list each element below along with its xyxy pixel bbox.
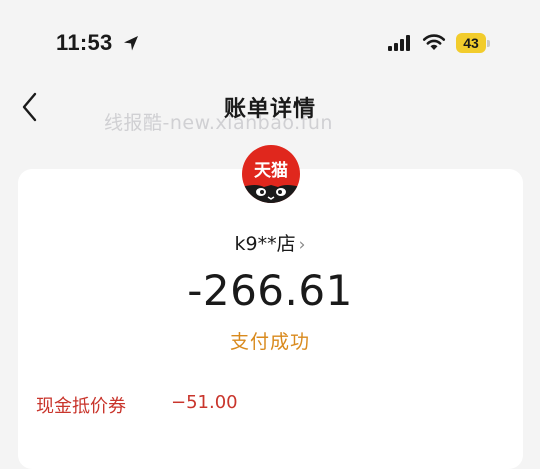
status-bar: 11:53 43 — [0, 0, 540, 86]
amount: -266.61 — [187, 266, 353, 315]
cell-signal-icon — [388, 35, 410, 51]
battery-icon: 43 — [456, 33, 490, 53]
detail-label-coupon: 现金抵价券 — [36, 396, 126, 417]
merchant-name: k9**店 — [234, 233, 296, 255]
merchant-logo[interactable]: 天猫 — [242, 145, 300, 203]
logo-text: 天猫 — [254, 161, 288, 181]
payment-status: 支付成功 — [229, 331, 310, 353]
wifi-icon — [422, 34, 446, 50]
bill-card — [18, 169, 523, 469]
battery-cap — [487, 40, 490, 47]
watermark: 线报酷-new.xianbao.fun — [104, 112, 333, 134]
battery-level: 43 — [456, 33, 486, 53]
cat-face-icon — [242, 185, 300, 203]
location-arrow-icon — [124, 36, 138, 51]
status-time: 11:53 — [56, 30, 113, 55]
chevron-right-icon: › — [298, 235, 306, 255]
merchant-link[interactable]: k9**店 › — [0, 229, 540, 256]
detail-value-coupon: −51.00 — [171, 392, 238, 413]
